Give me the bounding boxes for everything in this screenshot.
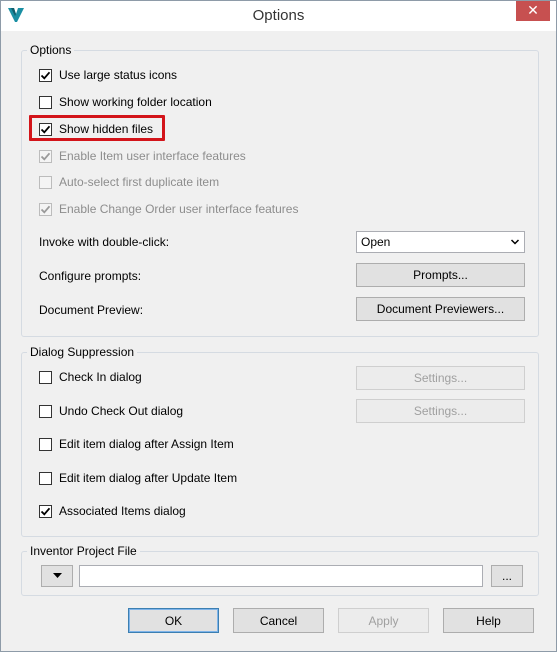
checkbox-label: Enable Change Order user interface featu… <box>59 202 299 216</box>
checkmark-icon <box>40 71 51 80</box>
checkbox-label: Enable Item user interface features <box>59 149 246 163</box>
checkbox-label: Auto-select first duplicate item <box>59 175 220 189</box>
project-file-dropdown-button[interactable] <box>41 565 73 587</box>
checkbox-box[interactable] <box>39 471 52 485</box>
options-dialog: Options ✕ Options Use large status icons… <box>0 0 557 652</box>
configure-prompts-label: Configure prompts: <box>39 269 142 283</box>
options-group-legend: Options <box>30 43 72 57</box>
check-in-dialog-checkbox[interactable]: Check In dialog <box>39 368 142 386</box>
undo-check-out-settings-button: Settings... <box>356 399 525 423</box>
checkbox-box[interactable] <box>39 504 52 518</box>
checkbox-box[interactable] <box>39 95 52 109</box>
cancel-button[interactable]: Cancel <box>233 608 324 633</box>
dialog-suppression-legend: Dialog Suppression <box>30 345 135 359</box>
checkbox-label: Edit item dialog after Assign Item <box>59 437 234 451</box>
auto-select-duplicate-checkbox: Auto-select first duplicate item <box>39 173 219 191</box>
checkmark-icon <box>40 125 51 134</box>
associated-items-dialog-checkbox[interactable]: Associated Items dialog <box>39 502 186 520</box>
project-file-input[interactable] <box>79 565 483 587</box>
check-in-settings-button: Settings... <box>356 366 525 390</box>
checkbox-label: Show working folder location <box>59 95 212 109</box>
help-button[interactable]: Help <box>443 608 534 633</box>
apply-button: Apply <box>338 608 429 633</box>
checkbox-label: Show hidden files <box>59 122 154 136</box>
enable-item-ui-checkbox: Enable Item user interface features <box>39 147 246 165</box>
checkmark-icon <box>40 205 51 214</box>
browse-button[interactable]: ... <box>491 565 523 587</box>
close-button[interactable]: ✕ <box>516 1 550 21</box>
caret-down-icon <box>52 573 62 578</box>
edit-item-after-update-checkbox[interactable]: Edit item dialog after Update Item <box>39 469 237 487</box>
edit-item-after-assign-checkbox[interactable]: Edit item dialog after Assign Item <box>39 435 234 453</box>
use-large-status-icons-checkbox[interactable]: Use large status icons <box>39 66 177 84</box>
prompts-button[interactable]: Prompts... <box>356 263 525 287</box>
checkbox-label: Use large status icons <box>59 68 178 82</box>
checkbox-label: Undo Check Out dialog <box>59 404 184 418</box>
checkbox-box[interactable] <box>39 437 52 451</box>
show-working-folder-checkbox[interactable]: Show working folder location <box>39 93 212 111</box>
show-hidden-files-checkbox[interactable]: Show hidden files <box>39 120 153 138</box>
checkbox-label: Associated Items dialog <box>59 504 186 518</box>
checkbox-box <box>39 149 52 163</box>
chevron-down-icon <box>510 239 520 245</box>
ok-button[interactable]: OK <box>128 608 219 633</box>
window-title: Options <box>252 7 305 24</box>
checkbox-box[interactable] <box>39 404 52 418</box>
undo-check-out-dialog-checkbox[interactable]: Undo Check Out dialog <box>39 402 183 420</box>
select-value: Open <box>361 235 391 249</box>
checkbox-box[interactable] <box>39 68 52 82</box>
invoke-double-click-select[interactable]: Open <box>356 231 525 253</box>
document-previewers-button[interactable]: Document Previewers... <box>356 297 525 321</box>
document-preview-label: Document Preview: <box>39 303 144 317</box>
checkmark-icon <box>40 152 51 161</box>
checkbox-box <box>39 175 52 189</box>
title-bar[interactable]: Options ✕ <box>1 1 556 31</box>
checkmark-icon <box>40 507 51 516</box>
checkbox-label: Edit item dialog after Update Item <box>59 471 238 485</box>
enable-change-order-ui-checkbox: Enable Change Order user interface featu… <box>39 200 298 218</box>
close-icon: ✕ <box>527 2 539 18</box>
invoke-double-click-label: Invoke with double-click: <box>39 235 170 249</box>
checkbox-box[interactable] <box>39 122 52 136</box>
inventor-project-file-legend: Inventor Project File <box>30 544 137 558</box>
checkbox-label: Check In dialog <box>59 370 142 384</box>
checkbox-box <box>39 202 52 216</box>
checkbox-box[interactable] <box>39 370 52 384</box>
